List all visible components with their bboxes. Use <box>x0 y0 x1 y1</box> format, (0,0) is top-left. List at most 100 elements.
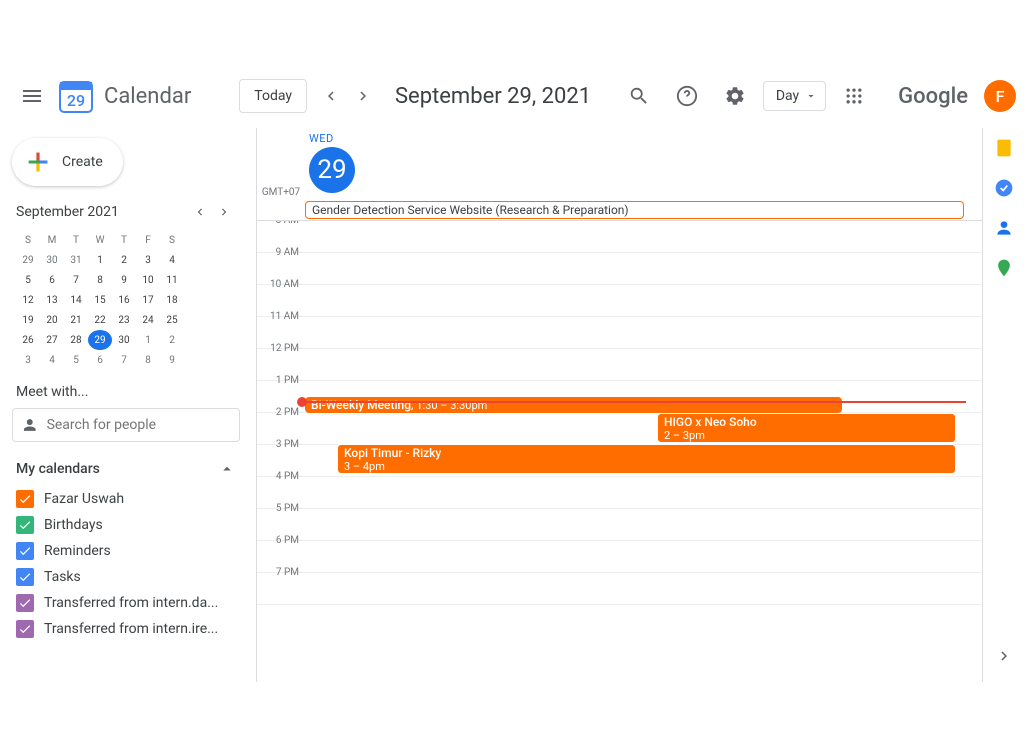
mini-day-cell[interactable]: 7 <box>112 350 136 370</box>
mini-day-cell[interactable]: 24 <box>136 310 160 330</box>
mini-next-month[interactable] <box>212 200 236 224</box>
hour-row[interactable]: 5 PM <box>257 509 982 541</box>
account-avatar[interactable]: F <box>984 80 1016 112</box>
search-people-input[interactable] <box>47 417 231 433</box>
mini-day-cell[interactable]: 9 <box>112 270 136 290</box>
calendar-checkbox[interactable] <box>16 568 34 586</box>
search-people-field[interactable] <box>12 408 240 442</box>
calendar-list-item[interactable]: Transferred from intern.da... <box>16 590 236 616</box>
mini-day-cell[interactable]: 9 <box>160 350 184 370</box>
mini-day-cell[interactable]: 13 <box>40 290 64 310</box>
mini-day-cell[interactable]: 5 <box>16 270 40 290</box>
mini-prev-month[interactable] <box>188 200 212 224</box>
support-button[interactable] <box>667 76 707 116</box>
calendar-list-item[interactable]: Tasks <box>16 564 236 590</box>
hour-slot[interactable] <box>305 477 982 508</box>
my-calendars-toggle[interactable]: My calendars <box>8 454 244 484</box>
mini-day-cell[interactable]: 26 <box>16 330 40 350</box>
mini-day-cell[interactable]: 30 <box>112 330 136 350</box>
mini-day-cell[interactable]: 17 <box>136 290 160 310</box>
apps-button[interactable] <box>834 76 874 116</box>
mini-day-cell[interactable]: 7 <box>64 270 88 290</box>
hour-row[interactable]: 8 AM <box>257 221 982 253</box>
maps-icon[interactable] <box>994 258 1014 278</box>
hour-slot[interactable] <box>305 317 982 348</box>
mini-day-cell[interactable]: 10 <box>136 270 160 290</box>
mini-day-cell[interactable]: 29 <box>88 330 112 350</box>
mini-day-cell[interactable]: 1 <box>88 250 112 270</box>
mini-day-cell[interactable]: 16 <box>112 290 136 310</box>
main-menu-button[interactable] <box>8 72 56 120</box>
mini-day-cell[interactable]: 19 <box>16 310 40 330</box>
mini-day-cell[interactable]: 22 <box>88 310 112 330</box>
mini-day-cell[interactable]: 12 <box>16 290 40 310</box>
mini-day-cell[interactable]: 6 <box>88 350 112 370</box>
calendar-list-item[interactable]: Reminders <box>16 538 236 564</box>
contacts-icon[interactable] <box>994 218 1014 238</box>
settings-button[interactable] <box>715 76 755 116</box>
mini-day-cell[interactable]: 4 <box>160 250 184 270</box>
mini-day-cell[interactable]: 1 <box>136 330 160 350</box>
mini-day-cell[interactable]: 6 <box>40 270 64 290</box>
hour-row[interactable]: 4 PM <box>257 477 982 509</box>
calendar-list-item[interactable]: Birthdays <box>16 512 236 538</box>
mini-day-cell[interactable]: 14 <box>64 290 88 310</box>
mini-day-cell[interactable]: 31 <box>64 250 88 270</box>
mini-day-cell[interactable]: 20 <box>40 310 64 330</box>
event-higo[interactable]: HIGO x Neo Soho 2 – 3pm <box>657 413 956 443</box>
day-number[interactable]: 29 <box>309 147 355 193</box>
hour-row[interactable]: 9 AM <box>257 253 982 285</box>
mini-day-cell[interactable]: 15 <box>88 290 112 310</box>
mini-day-cell[interactable]: 18 <box>160 290 184 310</box>
keep-icon[interactable] <box>994 138 1014 158</box>
mini-day-cell[interactable]: 27 <box>40 330 64 350</box>
hour-row[interactable]: 11 AM <box>257 317 982 349</box>
mini-day-cell[interactable]: 2 <box>160 330 184 350</box>
mini-day-cell[interactable]: 4 <box>40 350 64 370</box>
hour-row[interactable]: 12 PM <box>257 349 982 381</box>
calendar-checkbox[interactable] <box>16 594 34 612</box>
mini-day-cell[interactable]: 28 <box>64 330 88 350</box>
mini-day-cell[interactable]: 21 <box>64 310 88 330</box>
search-button[interactable] <box>619 76 659 116</box>
hour-slot[interactable] <box>305 573 982 604</box>
allday-event[interactable]: Gender Detection Service Website (Resear… <box>305 201 964 219</box>
mini-day-cell[interactable]: 11 <box>160 270 184 290</box>
calendar-checkbox[interactable] <box>16 490 34 508</box>
calendar-list-item[interactable]: Fazar Uswah <box>16 486 236 512</box>
event-biweekly[interactable]: Bi-Weekly Meeting, 1:30 – 3:30pm <box>305 397 842 413</box>
tasks-icon[interactable] <box>994 178 1014 198</box>
hour-slot[interactable] <box>305 285 982 316</box>
mini-day-cell[interactable]: 8 <box>88 270 112 290</box>
hour-label: 7 PM <box>257 567 305 598</box>
calendar-checkbox[interactable] <box>16 516 34 534</box>
collapse-panel-button[interactable] <box>988 640 1020 672</box>
mini-day-cell[interactable]: 3 <box>16 350 40 370</box>
hour-row[interactable]: 10 AM <box>257 285 982 317</box>
hour-row[interactable]: 6 PM <box>257 541 982 573</box>
now-indicator-line <box>301 401 966 403</box>
mini-day-cell[interactable]: 3 <box>136 250 160 270</box>
hour-slot[interactable] <box>305 509 982 540</box>
mini-day-cell[interactable]: 5 <box>64 350 88 370</box>
hour-slot[interactable] <box>305 221 982 252</box>
mini-day-cell[interactable]: 25 <box>160 310 184 330</box>
hour-slot[interactable] <box>305 253 982 284</box>
view-select[interactable]: Day <box>763 81 826 111</box>
mini-day-cell[interactable]: 23 <box>112 310 136 330</box>
prev-day-button[interactable] <box>315 80 347 112</box>
mini-day-cell[interactable]: 29 <box>16 250 40 270</box>
today-button[interactable]: Today <box>239 79 307 113</box>
calendar-list-item[interactable]: Transferred from intern.ire... <box>16 616 236 642</box>
hour-slot[interactable] <box>305 541 982 572</box>
hour-row[interactable]: 7 PM <box>257 573 982 605</box>
calendar-checkbox[interactable] <box>16 620 34 638</box>
mini-day-cell[interactable]: 30 <box>40 250 64 270</box>
calendar-checkbox[interactable] <box>16 542 34 560</box>
mini-day-cell[interactable]: 2 <box>112 250 136 270</box>
create-button[interactable]: Create <box>12 138 123 186</box>
hour-slot[interactable] <box>305 349 982 380</box>
next-day-button[interactable] <box>347 80 379 112</box>
event-kopi[interactable]: Kopi Timur - Rizky 3 – 4pm <box>337 444 956 474</box>
mini-day-cell[interactable]: 8 <box>136 350 160 370</box>
